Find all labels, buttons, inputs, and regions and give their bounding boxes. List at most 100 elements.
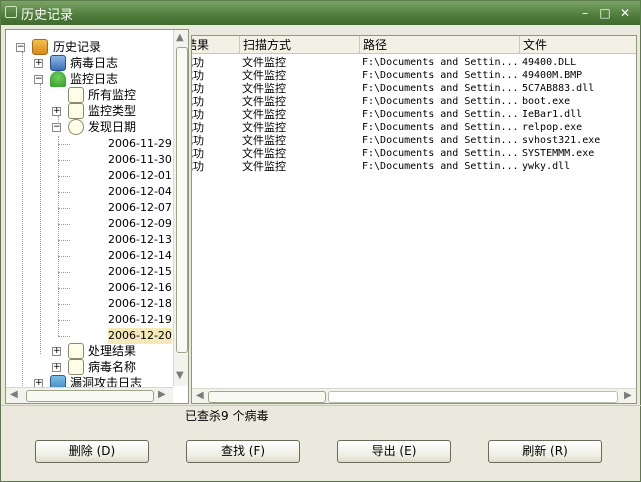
table-cell: F:\Documents and Settin... [362, 57, 519, 68]
table-cell: boot.exe [522, 96, 571, 107]
tree-item-date-label: 2006-12-15 [108, 265, 172, 278]
table-cell: F:\Documents and Settin... [362, 83, 519, 94]
table-row[interactable]: 成功 文件监控 F:\Documents and Settin...49400.DL… [192, 56, 636, 69]
table-cell: SYSTEMMM.exe [522, 148, 595, 159]
scroll-thumb[interactable] [176, 47, 188, 353]
tree-item-date-label: 2006-12-01 [108, 169, 172, 182]
table-cell: 文件监控 [242, 121, 286, 134]
tree-item-label: 历史记录 [53, 40, 102, 54]
clock-icon [68, 119, 84, 135]
collapse-icon[interactable]: − [16, 43, 25, 52]
virus-doc-icon [68, 359, 84, 375]
minimize-button[interactable]: – [576, 4, 594, 22]
result-list[interactable]: 结果 扫描方式 路径 文件 成功文件监控F:\Documents and Set… [191, 35, 637, 404]
refresh-button[interactable]: 刷新 (R) [488, 440, 602, 463]
document-icon [68, 87, 84, 103]
tree-item-label: 所有监控 [88, 88, 137, 102]
table-row[interactable]: 成功 文件监控 F:\Documents and Settin...SYSTEMMM… [192, 147, 636, 160]
column-header-result[interactable]: 结果 [192, 36, 240, 54]
maximize-button[interactable]: □ [596, 4, 614, 22]
table-cell: IeBar1.dll [522, 109, 583, 120]
table-cell: 文件监控 [242, 108, 286, 121]
table-cell: F:\Documents and Settin... [362, 161, 519, 172]
collapse-icon[interactable]: − [34, 75, 43, 84]
export-button[interactable]: 导出 (E) [337, 440, 451, 463]
tree-item-date-label: 2006-12-20 [108, 328, 172, 344]
tree-item-date-label: 2006-12-07 [108, 201, 172, 214]
column-header-scan-method[interactable]: 扫描方式 [240, 36, 360, 54]
table-cell: 文件监控 [242, 134, 286, 147]
table-cell: 5C7AB883.dll [522, 83, 595, 94]
tree-item-date-label: 2006-12-13 [108, 233, 172, 246]
umbrella-icon [50, 71, 66, 87]
expand-icon[interactable]: + [52, 347, 61, 356]
tree-item-label: 病毒名称 [88, 360, 137, 374]
divider [1, 405, 641, 406]
column-header-path[interactable]: 路径 [360, 36, 520, 54]
table-cell: 成功 [192, 108, 204, 121]
table-cell: 文件监控 [242, 56, 286, 69]
scroll-right-icon[interactable]: ▶ [624, 390, 632, 401]
tree-item-label: 发现日期 [88, 120, 137, 134]
history-tree[interactable]: − 历史记录 + 病毒日志 − 监控日志 所有监控 + 监控类型 − 发现日期 … [5, 29, 189, 404]
delete-button[interactable]: 删除 (D) [35, 440, 149, 463]
scroll-right-icon[interactable]: ▶ [158, 389, 166, 400]
table-cell: F:\Documents and Settin... [362, 148, 519, 159]
table-cell: 成功 [192, 69, 204, 82]
tree-vertical-scrollbar[interactable]: ▲ ▼ [173, 30, 188, 386]
table-row[interactable]: 成功 文件监控 F:\Documents and Settin...5C7AB883… [192, 82, 636, 95]
tree-item-label: 处理结果 [88, 344, 137, 358]
find-button[interactable]: 查找 (F) [186, 440, 300, 463]
tree-item-date-label: 2006-11-30 [108, 153, 172, 166]
table-cell: F:\Documents and Settin... [362, 135, 519, 146]
table-row[interactable]: 成功 文件监控 F:\Documents and Settin...IeBar1.d… [192, 108, 636, 121]
table-cell: F:\Documents and Settin... [362, 70, 519, 81]
expand-icon[interactable]: + [52, 363, 61, 372]
tree-item-date-label: 2006-12-19 [108, 313, 172, 326]
table-row[interactable]: 成功 文件监控 F:\Documents and Settin...ywky.dll [192, 160, 636, 173]
tree-item-label: 监控日志 [70, 72, 119, 86]
table-row[interactable]: 成功 文件监控 F:\Documents and Settin...svhost32… [192, 134, 636, 147]
table-cell: F:\Documents and Settin... [362, 109, 519, 120]
table-row[interactable]: 成功 文件监控 F:\Documents and Settin...boot.exe [192, 95, 636, 108]
close-button[interactable]: ✕ [616, 4, 634, 22]
list-horizontal-scrollbar[interactable]: ◀ ▶ [192, 388, 636, 403]
virus-log-icon [50, 55, 66, 71]
scroll-thumb[interactable] [26, 390, 154, 402]
scroll-left-icon[interactable]: ◀ [10, 389, 18, 400]
tree-horizontal-scrollbar[interactable]: ◀ ▶ [6, 387, 173, 403]
table-cell: 成功 [192, 121, 204, 134]
title-bar[interactable]: 历史记录 – □ ✕ [1, 1, 640, 25]
table-cell: svhost321.exe [522, 135, 601, 146]
table-cell: F:\Documents and Settin... [362, 96, 519, 107]
result-doc-icon [68, 343, 84, 359]
scroll-up-icon[interactable]: ▲ [176, 32, 184, 43]
scroll-down-icon[interactable]: ▼ [176, 370, 184, 381]
collapse-icon[interactable]: − [52, 123, 61, 132]
table-cell: 文件监控 [242, 69, 286, 82]
window-title: 历史记录 [21, 7, 74, 23]
table-cell: F:\Documents and Settin... [362, 122, 519, 133]
table-cell: 49400.DLL [522, 57, 577, 68]
tree-item-date-label: 2006-11-29 [108, 137, 172, 150]
scroll-left-icon[interactable]: ◀ [196, 390, 204, 401]
table-cell: 成功 [192, 147, 204, 160]
table-row[interactable]: 成功 文件监控 F:\Documents and Settin...relpop.e… [192, 121, 636, 134]
tree-item-date-label: 2006-12-16 [108, 281, 172, 294]
column-header-file[interactable]: 文件 [520, 36, 636, 54]
expand-icon[interactable]: + [34, 59, 43, 68]
history-window: 历史记录 – □ ✕ − 历史记录 + 病毒日志 − 监控日志 所有监控 + 监… [0, 0, 641, 482]
table-cell: 成功 [192, 82, 204, 95]
list-header: 结果 扫描方式 路径 文件 [192, 36, 636, 54]
table-row[interactable]: 成功 文件监控 F:\Documents and Settin...49400M.B… [192, 69, 636, 82]
scroll-track[interactable] [328, 391, 618, 403]
expand-icon[interactable]: + [52, 107, 61, 116]
scroll-thumb[interactable] [208, 391, 326, 403]
table-cell: 文件监控 [242, 95, 286, 108]
table-cell: 成功 [192, 160, 204, 173]
history-root-icon [32, 39, 48, 55]
tree-item-date-label: 2006-12-14 [108, 249, 172, 262]
app-icon [5, 6, 17, 18]
table-cell: 成功 [192, 134, 204, 147]
table-cell: 文件监控 [242, 82, 286, 95]
